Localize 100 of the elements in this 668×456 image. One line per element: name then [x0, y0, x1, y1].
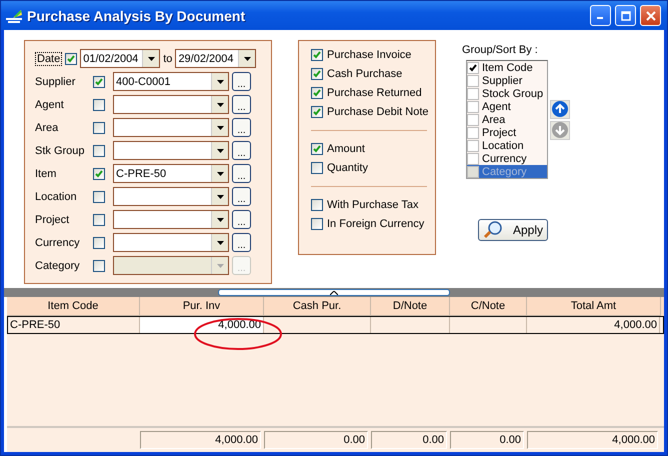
option-label: Purchase Returned	[327, 87, 422, 99]
dropdown-arrow-icon	[216, 148, 224, 152]
down-arrow-icon	[552, 122, 568, 138]
filter-dropdown[interactable]: 400-C0001	[113, 72, 229, 91]
checkmark-icon	[95, 170, 103, 178]
checkbox[interactable]	[93, 236, 105, 248]
browse-button[interactable]: ...	[232, 164, 251, 183]
option-label: Purchase Debit Note	[327, 106, 428, 118]
app-icon	[5, 8, 23, 22]
dropdown-arrow-icon	[216, 126, 224, 130]
checkbox[interactable]	[93, 76, 105, 88]
column-header[interactable]: Total Amt	[527, 297, 661, 316]
dropdown-arrow-icon	[216, 218, 224, 222]
dropdown-arrow-icon	[148, 56, 155, 60]
browse-button[interactable]: ...	[232, 210, 251, 229]
close-icon	[646, 10, 656, 20]
filter-label: Agent	[35, 98, 65, 110]
checkbox[interactable]	[311, 162, 323, 174]
date-from-field[interactable]: 01/02/2004	[80, 49, 160, 68]
date-label: Date	[35, 52, 62, 66]
apply-button[interactable]: Apply	[478, 219, 548, 241]
filter-label: Category	[35, 260, 81, 272]
column-header[interactable]: C/Note	[450, 297, 527, 316]
dropdown-arrow-icon	[216, 80, 224, 84]
checkbox[interactable]	[93, 214, 105, 226]
total-cell: 0.00	[371, 431, 447, 449]
dropdown-arrow-icon	[216, 102, 224, 106]
filter-label: Stk Group	[35, 144, 86, 156]
browse-button[interactable]: ...	[232, 72, 251, 91]
filter-dropdown[interactable]: C-PRE-50	[113, 164, 229, 183]
list-item[interactable]: Area	[467, 113, 547, 126]
to-label: to	[163, 52, 172, 64]
maximize-icon	[620, 10, 630, 20]
filter-label: Currency	[35, 236, 81, 248]
checkbox[interactable]	[93, 168, 105, 180]
column-header[interactable]: Item Code	[7, 297, 140, 316]
minimize-button[interactable]	[590, 5, 611, 26]
checkbox[interactable]	[311, 199, 323, 211]
checkbox[interactable]	[93, 190, 105, 202]
window-title: Purchase Analysis By Document	[27, 8, 246, 24]
browse-button[interactable]: ...	[232, 233, 251, 252]
checkbox[interactable]	[93, 144, 105, 156]
list-item[interactable]: Stock Group	[467, 87, 547, 100]
checkmark-icon	[469, 64, 477, 72]
table-cell: 4,000.00	[527, 317, 660, 333]
browse-button[interactable]: ...	[232, 95, 251, 114]
checkbox[interactable]	[311, 106, 323, 118]
list-item[interactable]: Location	[467, 139, 547, 152]
filter-label: Location	[35, 190, 78, 202]
checkbox[interactable]	[93, 122, 105, 134]
group-sort-label: Group/Sort By :	[462, 44, 539, 56]
checkbox[interactable]	[93, 98, 105, 110]
list-item[interactable]: Project	[467, 126, 547, 139]
caret-icon	[330, 290, 338, 294]
filter-dropdown[interactable]	[113, 210, 229, 229]
filter-dropdown[interactable]	[113, 233, 229, 252]
column-header[interactable]: D/Note	[371, 297, 450, 316]
checkbox[interactable]	[311, 143, 323, 155]
list-item[interactable]: Supplier	[467, 74, 547, 87]
option-label: Purchase Invoice	[327, 49, 412, 61]
filter-dropdown[interactable]	[113, 95, 229, 114]
table-cell: 4,000.00	[140, 317, 264, 333]
column-header[interactable]: Pur. Inv	[140, 297, 264, 316]
total-cell: 4,000.00	[140, 431, 261, 449]
option-label: With Purchase Tax	[327, 199, 419, 211]
browse-button[interactable]: ...	[232, 187, 251, 206]
filter-label: Project	[35, 214, 70, 226]
filter-label: Item	[35, 168, 58, 180]
option-label: In Foreign Currency	[327, 218, 424, 230]
list-item[interactable]: Item Code	[467, 61, 547, 74]
browse-button[interactable]: ...	[232, 118, 251, 137]
date-to-field[interactable]: 29/02/2004	[175, 49, 256, 68]
list-item[interactable]: Currency	[467, 152, 547, 165]
checkbox[interactable]	[311, 49, 323, 61]
close-button[interactable]	[640, 5, 661, 26]
checkmark-icon	[313, 89, 321, 97]
checkbox[interactable]	[311, 218, 323, 230]
checkmark-icon	[313, 51, 321, 59]
option-label: Quantity	[327, 162, 368, 174]
splitter-handle[interactable]	[218, 289, 450, 296]
dropdown-arrow-icon	[216, 264, 224, 268]
maximize-button[interactable]	[615, 5, 636, 26]
checkbox[interactable]	[65, 52, 78, 64]
checkbox[interactable]	[311, 87, 323, 99]
checkmark-icon	[313, 145, 321, 153]
checkbox[interactable]	[311, 68, 323, 80]
browse-button[interactable]: ...	[232, 141, 251, 160]
move-up-button[interactable]	[550, 100, 570, 118]
filter-dropdown[interactable]	[113, 141, 229, 160]
dropdown-arrow-icon	[216, 240, 224, 244]
column-header[interactable]: Cash Pur.	[264, 297, 371, 316]
list-item[interactable]: Agent	[467, 100, 547, 113]
filter-label: Supplier	[35, 76, 76, 88]
dropdown-arrow-icon	[216, 194, 224, 198]
filter-label: Area	[35, 122, 60, 134]
total-cell: 4,000.00	[527, 431, 658, 449]
dropdown-arrow-icon	[216, 172, 224, 176]
checkmark-icon	[95, 78, 103, 86]
filter-dropdown[interactable]	[113, 118, 229, 137]
filter-dropdown[interactable]	[113, 187, 229, 206]
